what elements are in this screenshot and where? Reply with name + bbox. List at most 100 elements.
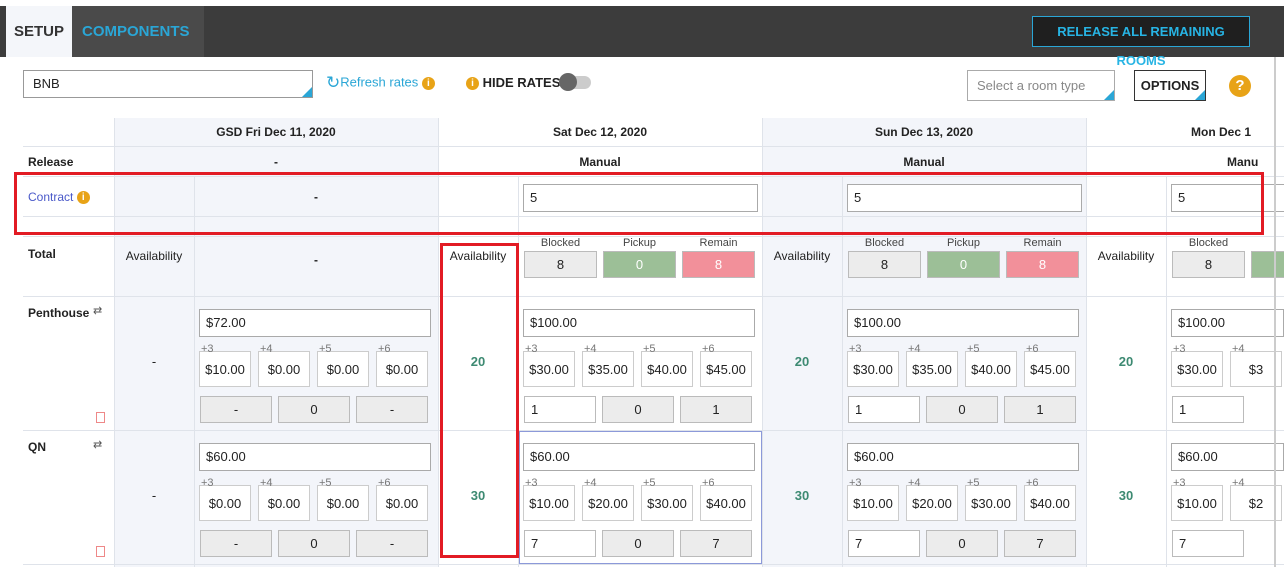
extra-person-label: +4 — [908, 343, 921, 355]
rate-input[interactable]: $100.00 — [523, 309, 755, 337]
remain-label: Remain — [699, 237, 738, 249]
extra-person-input[interactable]: $30.00 — [523, 351, 575, 387]
release-qty-input[interactable]: 7 — [1172, 530, 1244, 557]
room-count-cell: 1 — [680, 396, 752, 423]
release-qty-input[interactable]: 1 — [1172, 396, 1244, 423]
extra-person-input[interactable]: $30.00 — [1171, 351, 1223, 387]
availability-label: Availability — [773, 249, 831, 263]
blocked-count: 8 — [848, 251, 921, 278]
room-availability: - — [151, 354, 157, 369]
extra-person-label: +3 — [849, 477, 862, 489]
extra-person-input[interactable]: $10.00 — [1171, 485, 1223, 521]
release-value: Manual — [579, 155, 621, 169]
refresh-rates-link[interactable]: ↻Refresh rates i — [326, 73, 435, 93]
options-button[interactable]: OPTIONS — [1134, 70, 1206, 101]
day-header-sat: Sat Dec 12, 2020 — [552, 125, 648, 139]
extra-person-input[interactable]: $40.00 — [965, 351, 1017, 387]
rate-input[interactable]: $60.00 — [847, 443, 1079, 471]
toggle-knob[interactable] — [559, 73, 577, 91]
room-count-cell: 0 — [602, 396, 674, 423]
room-availability: 30 — [794, 488, 810, 503]
extra-person-input[interactable]: $10.00 — [847, 485, 899, 521]
availability-highlight-box — [440, 243, 519, 558]
rate-input[interactable]: $60.00 — [199, 443, 431, 471]
room-count-cell: 0 — [926, 396, 998, 423]
extra-person-input[interactable]: $10.00 — [199, 351, 251, 387]
release-qty-input[interactable]: 1 — [848, 396, 920, 423]
trash-icon[interactable] — [96, 546, 105, 557]
extra-person-label: +6 — [1026, 343, 1039, 355]
dropdown-corner-icon — [1104, 90, 1114, 100]
room-count-cell: - — [200, 396, 272, 423]
extra-person-label: +3 — [1173, 343, 1186, 355]
info-icon[interactable]: i — [466, 77, 479, 91]
tab-components[interactable]: COMPONENTS — [72, 6, 204, 57]
day-header-fri: GSD Fri Dec 11, 2020 — [216, 125, 336, 139]
room-count-cell: 7 — [1004, 530, 1076, 557]
release-all-rooms-button[interactable]: RELEASE ALL REMAINING ROOMS — [1032, 16, 1250, 68]
extra-person-input[interactable]: $30.00 — [847, 351, 899, 387]
extra-person-input[interactable]: $45.00 — [700, 351, 752, 387]
room-count-cell: 0 — [278, 530, 350, 557]
extra-person-label: +5 — [967, 477, 980, 489]
room-name: QN — [28, 440, 46, 454]
room-count-cell: 0 — [278, 396, 350, 423]
blocked-label: Blocked — [1188, 237, 1229, 249]
divider — [23, 146, 1284, 147]
rate-input[interactable]: $60.00 — [1171, 443, 1284, 471]
info-icon[interactable]: i — [421, 76, 435, 90]
extra-person-label: +3 — [201, 343, 214, 355]
extra-person-input[interactable]: $0.00 — [317, 351, 369, 387]
release-value: Manu — [1227, 155, 1259, 169]
rate-input[interactable]: $100.00 — [1171, 309, 1284, 337]
room-type-select[interactable]: Select a room type — [967, 70, 1115, 101]
room-availability: 30 — [1118, 488, 1134, 503]
extra-person-input[interactable]: $40.00 — [1024, 485, 1076, 521]
extra-person-input[interactable]: $0.00 — [376, 351, 428, 387]
extra-person-input[interactable]: $30.00 — [965, 485, 1017, 521]
room-name: Penthouse — [28, 306, 90, 320]
extra-person-input[interactable]: $0.00 — [258, 351, 310, 387]
tab-setup[interactable]: SETUP — [6, 6, 72, 57]
day-header-mon: Mon Dec 1 — [1191, 125, 1252, 139]
blocked-label: Blocked — [540, 237, 581, 249]
extra-person-input[interactable]: $0.00 — [258, 485, 310, 521]
extra-person-input[interactable]: $45.00 — [1024, 351, 1076, 387]
room-type-placeholder: Select a room type — [977, 78, 1086, 93]
extra-person-input[interactable]: $40.00 — [641, 351, 693, 387]
extra-person-input[interactable]: $35.00 — [582, 351, 634, 387]
extra-person-input[interactable]: $0.00 — [199, 485, 251, 521]
extra-person-label: +3 — [849, 343, 862, 355]
release-value: Manual — [903, 155, 945, 169]
rate-input[interactable]: $100.00 — [847, 309, 1079, 337]
room-count-cell: 0 — [926, 530, 998, 557]
extra-person-input[interactable]: $20.00 — [906, 485, 958, 521]
extra-person-input[interactable]: $0.00 — [376, 485, 428, 521]
extra-person-label: +4 — [908, 477, 921, 489]
availability-label: Availability — [125, 249, 183, 263]
extra-person-label: +5 — [319, 477, 332, 489]
swap-icon[interactable]: ⇄ — [93, 438, 102, 451]
dropdown-corner-icon — [302, 87, 312, 97]
release-qty-input[interactable]: 7 — [848, 530, 920, 557]
room-count-cell: - — [200, 530, 272, 557]
extra-person-label: +3 — [201, 477, 214, 489]
divider — [23, 296, 1284, 297]
refresh-icon: ↻ — [326, 73, 341, 92]
property-select[interactable]: BNB — [23, 70, 313, 98]
release-qty-input[interactable]: 1 — [524, 396, 596, 423]
trash-icon[interactable] — [96, 412, 105, 423]
rate-input[interactable]: $72.00 — [199, 309, 431, 337]
swap-icon[interactable]: ⇄ — [93, 304, 102, 317]
extra-person-label: +6 — [378, 343, 391, 355]
extra-person-label: +3 — [1173, 477, 1186, 489]
help-icon[interactable]: ? — [1229, 75, 1251, 97]
room-count-cell: - — [356, 396, 428, 423]
extra-person-input[interactable]: $35.00 — [906, 351, 958, 387]
scrollbar[interactable] — [1274, 57, 1276, 567]
release-row-label: Release — [28, 155, 74, 169]
room-count-cell: 1 — [1004, 396, 1076, 423]
extra-person-input[interactable]: $0.00 — [317, 485, 369, 521]
divider — [23, 564, 1284, 565]
dropdown-corner-icon — [1195, 90, 1205, 100]
